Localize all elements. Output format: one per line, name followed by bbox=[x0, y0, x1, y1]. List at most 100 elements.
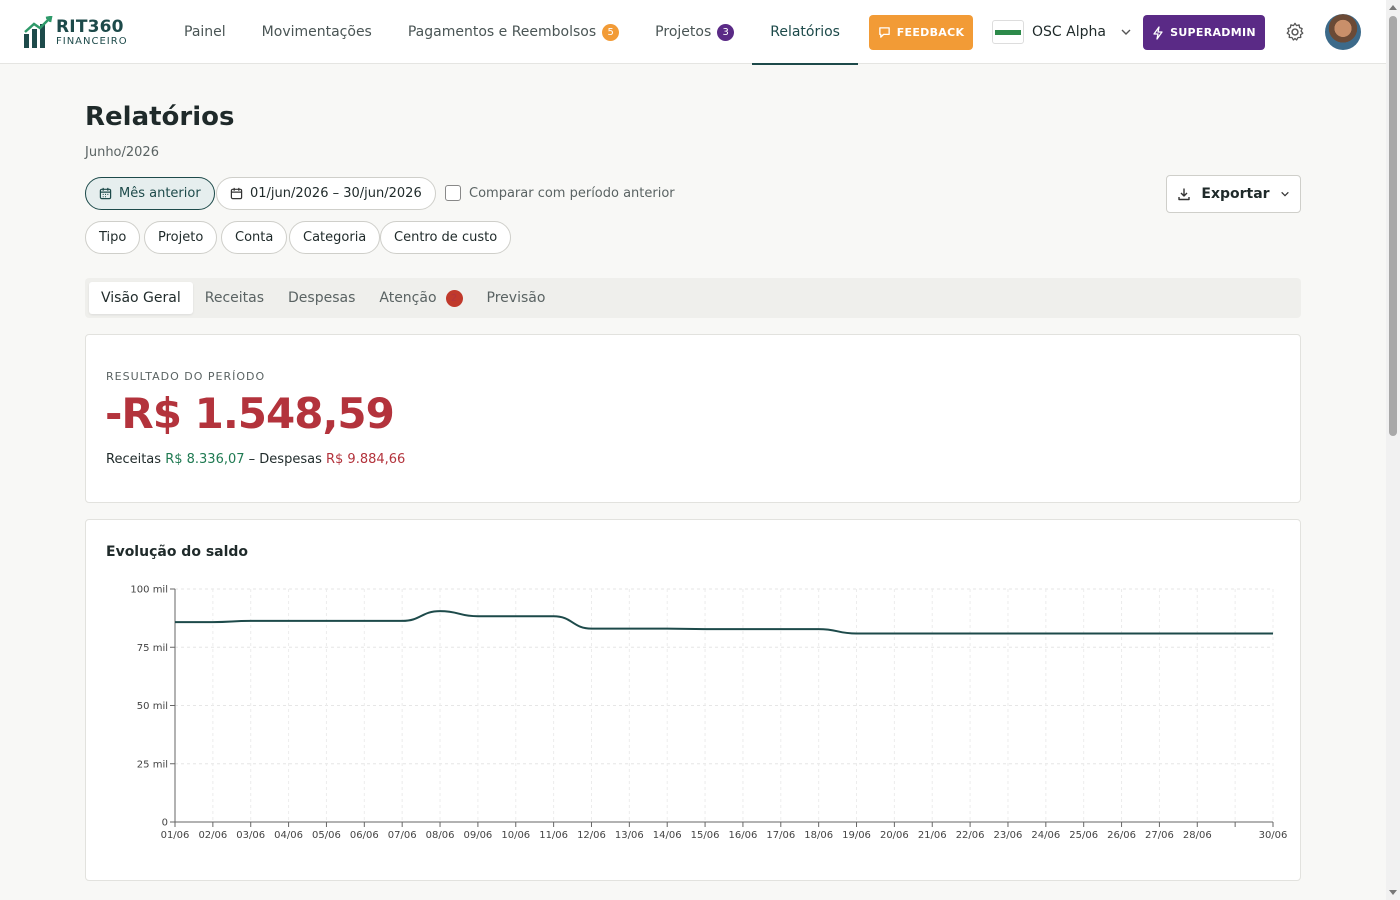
y-tick-label: 50 mil bbox=[137, 701, 168, 712]
tab-label: Atenção bbox=[379, 290, 437, 306]
export-button[interactable]: Exportar bbox=[1166, 175, 1301, 213]
page-scrollbar[interactable] bbox=[1386, 0, 1400, 900]
x-tick-label: 20/06 bbox=[880, 830, 909, 841]
x-tick-label: 02/06 bbox=[198, 830, 227, 841]
x-tick-label: 24/06 bbox=[1031, 830, 1060, 841]
despesas-value: R$ 9.884,66 bbox=[325, 452, 406, 467]
nav-item-movimentacoes[interactable]: Movimentações bbox=[244, 0, 390, 64]
x-tick-label: 08/06 bbox=[426, 830, 455, 841]
scroll-up-arrow[interactable] bbox=[1389, 5, 1397, 10]
receitas-value: R$ 8.336,07 bbox=[165, 452, 245, 467]
nav-label: Painel bbox=[184, 24, 226, 40]
x-tick-label: 15/06 bbox=[691, 830, 720, 841]
feedback-button[interactable]: FEEDBACK bbox=[869, 15, 973, 50]
superadmin-label: SUPERADMIN bbox=[1170, 26, 1256, 39]
nav-item-relatorios[interactable]: Relatórios bbox=[752, 0, 858, 65]
filter-chip-centro-de-custo[interactable]: Centro de custo bbox=[380, 221, 512, 254]
balance-chart-card: Evolução do saldo 0 25 mil 50 mil 75 mil 100… bbox=[85, 519, 1301, 881]
tab-atencao[interactable]: Atenção 2 bbox=[367, 282, 474, 314]
receitas-label: Receitas bbox=[106, 452, 162, 467]
x-tick-label: 18/06 bbox=[804, 830, 833, 841]
chevron-down-icon bbox=[1280, 191, 1289, 197]
y-tick-label: 0 bbox=[162, 818, 168, 829]
tab-previsao[interactable]: Previsão bbox=[475, 282, 558, 314]
gear-icon[interactable] bbox=[1284, 21, 1306, 43]
organization-logo bbox=[992, 20, 1024, 44]
despesas-label: Despesas bbox=[259, 452, 322, 467]
app-logo[interactable]: RIT360 FINANCEIRO bbox=[22, 15, 132, 51]
filter-chip-projeto[interactable]: Projeto bbox=[144, 221, 218, 254]
x-tick-label: 13/06 bbox=[615, 830, 644, 841]
x-tick-label: 03/06 bbox=[236, 830, 265, 841]
logo-subtitle: FINANCEIRO bbox=[56, 36, 128, 47]
compare-label: Comparar com período anterior bbox=[469, 185, 675, 201]
x-tick-label: 28/06 bbox=[1183, 830, 1212, 841]
filter-chip-tipo[interactable]: Tipo bbox=[85, 221, 141, 254]
y-tick-label: 75 mil bbox=[137, 643, 168, 654]
separator: – bbox=[248, 452, 256, 467]
scroll-down-arrow[interactable] bbox=[1389, 890, 1397, 895]
report-tabs: Visão Geral Receitas Despesas Atenção 2 P… bbox=[85, 278, 1301, 318]
tab-label: Receitas bbox=[204, 290, 265, 306]
filter-chip-label: Projeto bbox=[158, 230, 204, 245]
x-tick-label: 01/06 bbox=[161, 830, 190, 841]
nav-item-painel[interactable]: Painel bbox=[166, 0, 244, 64]
nav-label: Movimentações bbox=[261, 24, 372, 40]
user-avatar[interactable] bbox=[1325, 14, 1361, 50]
compare-checkbox[interactable] bbox=[445, 185, 461, 201]
nav-item-projetos[interactable]: Projetos 3 bbox=[637, 0, 752, 64]
x-tick-label: 23/06 bbox=[994, 830, 1023, 841]
x-tick-label: 22/06 bbox=[956, 830, 985, 841]
balance-line-chart: 0 25 mil 50 mil 75 mil 100 mil 01/06 02/06 03/0… bbox=[130, 585, 1287, 842]
x-tick-label: 14/06 bbox=[653, 830, 682, 841]
date-range-button[interactable]: 01/jun/2026 – 30/jun/2026 bbox=[216, 177, 436, 210]
x-tick-label: 27/06 bbox=[1145, 830, 1174, 841]
period-preset-button[interactable]: Mês anterior bbox=[85, 177, 215, 210]
x-tick-label: 16/06 bbox=[729, 830, 758, 841]
balance-line bbox=[174, 610, 1273, 635]
lightning-icon bbox=[1153, 25, 1163, 40]
filter-chip-categoria[interactable]: Categoria bbox=[289, 221, 381, 254]
nav-item-pagamentos[interactable]: Pagamentos e Reembolsos 5 bbox=[390, 0, 637, 64]
result-card: RESULTADO DO PERÍODO -R$ 1.548,59 Receit… bbox=[85, 334, 1301, 503]
result-label: RESULTADO DO PERÍODO bbox=[106, 370, 266, 383]
superadmin-button[interactable]: SUPERADMIN bbox=[1143, 15, 1265, 50]
x-tick-label: 21/06 bbox=[918, 830, 947, 841]
page-subtitle: Junho/2026 bbox=[85, 145, 159, 160]
result-value: -R$ 1.548,59 bbox=[105, 389, 395, 438]
period-preset-label: Mês anterior bbox=[119, 186, 201, 201]
date-range-label: 01/jun/2026 – 30/jun/2026 bbox=[250, 186, 422, 201]
calendar-icon bbox=[230, 187, 243, 200]
tab-visao-geral[interactable]: Visão Geral bbox=[89, 282, 193, 314]
projects-count-badge: 3 bbox=[717, 23, 735, 41]
organization-name: OSC Alpha bbox=[1032, 24, 1106, 40]
result-breakdown: Receitas R$ 8.336,07 – Despesas R$ 9.884… bbox=[106, 452, 405, 467]
filter-chip-label: Conta bbox=[235, 230, 274, 245]
filter-chip-conta[interactable]: Conta bbox=[221, 221, 288, 254]
pending-count-badge: 5 bbox=[602, 23, 620, 41]
feedback-label: FEEDBACK bbox=[896, 26, 965, 39]
export-label: Exportar bbox=[1201, 186, 1270, 202]
x-tick-label: 26/06 bbox=[1107, 830, 1136, 841]
x-tick-label: 09/06 bbox=[463, 830, 492, 841]
organization-selector[interactable]: OSC Alpha bbox=[992, 16, 1132, 48]
compare-period-toggle[interactable]: Comparar com período anterior bbox=[445, 185, 675, 201]
tab-despesas[interactable]: Despesas bbox=[276, 282, 367, 314]
tab-receitas[interactable]: Receitas bbox=[193, 282, 276, 314]
download-icon bbox=[1178, 188, 1191, 201]
x-tick-label: 19/06 bbox=[842, 830, 871, 841]
x-tick-label: 04/06 bbox=[274, 830, 303, 841]
scrollbar-thumb[interactable] bbox=[1389, 16, 1397, 436]
x-tick-label: 25/06 bbox=[1069, 830, 1098, 841]
top-navigation-bar: RIT360 FINANCEIRO Painel Movimentações P… bbox=[0, 0, 1386, 65]
filter-chip-label: Tipo bbox=[99, 230, 127, 245]
nav-label: Projetos bbox=[655, 24, 712, 40]
x-tick-label: 07/06 bbox=[388, 830, 417, 841]
logo-title: RIT360 bbox=[56, 17, 124, 37]
main-nav: Painel Movimentações Pagamentos e Reembo… bbox=[166, 0, 858, 65]
page-title: Relatórios bbox=[85, 102, 235, 132]
x-tick-label: 10/06 bbox=[501, 830, 530, 841]
x-tick-label: 12/06 bbox=[577, 830, 606, 841]
nav-label: Relatórios bbox=[770, 24, 840, 40]
y-tick-label: 100 mil bbox=[130, 585, 168, 596]
